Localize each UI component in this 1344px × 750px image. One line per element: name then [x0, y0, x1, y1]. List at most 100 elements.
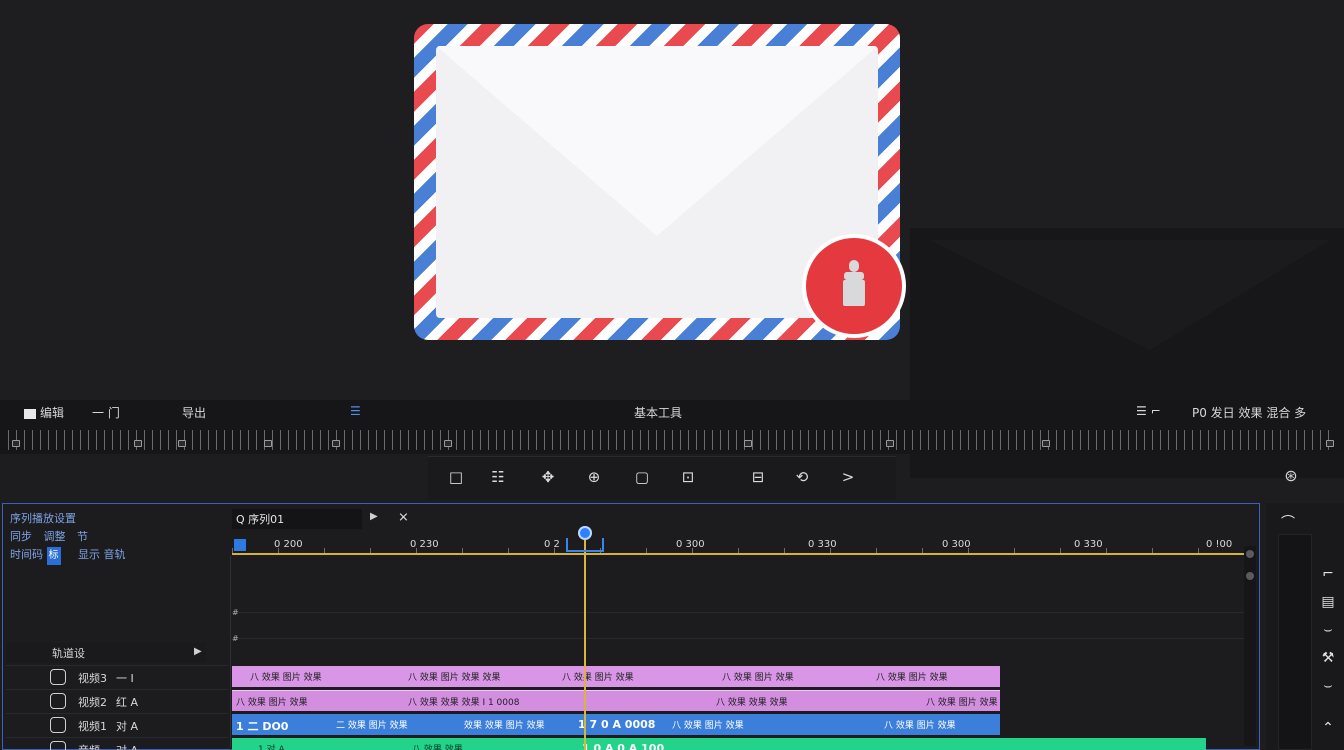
track-name: 音频: [78, 742, 100, 750]
marker-icon[interactable]: [886, 440, 894, 447]
menu-list-icon[interactable]: ☰: [350, 404, 361, 418]
step-forward-button[interactable]: >: [836, 466, 860, 488]
track-label-mini: #: [232, 608, 239, 617]
pen-tool-icon[interactable]: ⌃: [1318, 720, 1338, 736]
clip-label: 二 效果 图片 效果: [336, 721, 408, 731]
marker-icon[interactable]: [1042, 440, 1050, 447]
clip-label: 八 效果 图片 效果: [236, 698, 308, 708]
play-icon[interactable]: ▶: [370, 511, 378, 522]
track-tag: 对 A: [116, 742, 138, 750]
clip-label: 八 效果 图片 效果: [884, 721, 956, 731]
toggle-output-icon[interactable]: [50, 669, 66, 685]
clip-video-2[interactable]: 八 效果 图片 效果 八 效果 效果 效果 I 1 0008 八 效果 效果 效…: [232, 690, 1000, 711]
clip-label: 八 效果 效果: [412, 745, 463, 750]
mark-out-button[interactable]: ✥: [536, 466, 560, 488]
track-select-tool-icon[interactable]: ▤: [1318, 594, 1338, 610]
track-label-mini: #: [232, 634, 239, 643]
track-name: 视频2: [78, 696, 107, 709]
marker-icon[interactable]: [332, 440, 340, 447]
sequence-search-input[interactable]: Q 序列01: [232, 509, 362, 529]
alert-figure-icon: [843, 260, 865, 306]
settings-list-icon[interactable]: ☰ ⌐: [1136, 404, 1161, 418]
marker-icon[interactable]: [1326, 440, 1334, 447]
track-header-a1[interactable]: 音频 对 A: [6, 737, 228, 750]
toggle-output-icon[interactable]: [50, 741, 66, 750]
clip-label: 八 效果 图片 效果: [876, 673, 948, 683]
marker-button[interactable]: □: [444, 466, 468, 488]
monitor-tab-edit[interactable]: 编辑: [24, 404, 64, 421]
razor-tool-icon[interactable]: ⚒: [1318, 650, 1338, 666]
slip-tool-icon[interactable]: ⌣: [1318, 678, 1338, 694]
timecode-label: 0 300: [942, 539, 971, 550]
marker-icon[interactable]: [178, 440, 186, 447]
monitor-menu-a[interactable]: 一 门: [92, 404, 120, 421]
timecode-label: 0 200: [274, 539, 303, 550]
go-to-in-button[interactable]: ⊕: [582, 466, 606, 488]
monitor-menu-export[interactable]: 导出: [182, 404, 206, 421]
show-audio-toggle[interactable]: 显示 音轨: [78, 548, 126, 561]
in-point-marker[interactable]: [234, 539, 246, 551]
track-list-header: 轨道设: [6, 643, 206, 663]
playhead-handle[interactable]: [578, 526, 592, 540]
timecode-label: 0 330: [808, 539, 837, 550]
expand-arrow-icon[interactable]: ▶: [194, 646, 202, 657]
timecode-label: 0 230: [410, 539, 439, 550]
clip-label: 效果 效果 图片 效果: [464, 721, 545, 731]
clip-audio-1[interactable]: 1 对 A 八 效果 效果 1 0 A 0 A 100: [232, 738, 1206, 750]
label-chip[interactable]: 标: [46, 547, 61, 565]
marker-icon[interactable]: [744, 440, 752, 447]
audio-meter: [1278, 534, 1312, 750]
clip-label: 八 效果 图片 效果: [722, 673, 794, 683]
marker-icon[interactable]: [12, 440, 20, 447]
track-header-v1[interactable]: 视频1 对 A: [6, 713, 228, 736]
scroll-handle[interactable]: [1246, 572, 1254, 580]
extract-button[interactable]: ⊟: [746, 466, 770, 488]
stop-button[interactable]: ▢: [630, 466, 654, 488]
snap-icon[interactable]: ⨯: [398, 510, 409, 525]
mark-in-button[interactable]: ☷: [486, 466, 510, 488]
marker-icon[interactable]: [264, 440, 272, 447]
adjust-toggle[interactable]: 调整: [44, 530, 66, 543]
export-frame-icon[interactable]: ⊛: [1278, 466, 1304, 490]
timecode-label: 0 !00: [1206, 539, 1233, 550]
work-area-bar[interactable]: [232, 553, 1244, 555]
marker-icon[interactable]: [444, 440, 452, 447]
timecode-label: 0 2: [544, 539, 560, 550]
playhead-line[interactable]: [584, 540, 586, 750]
scroll-handle[interactable]: [1246, 550, 1254, 558]
selection-tool-icon[interactable]: ⌐: [1318, 566, 1338, 582]
sync-toggle[interactable]: 同步: [10, 530, 32, 543]
track-tag: 红 A: [116, 696, 139, 709]
clip-label: 八 效果 效果 效果 I 1 0008: [408, 698, 520, 708]
timecode-toggle[interactable]: 时间码: [10, 548, 43, 561]
clip-video-1[interactable]: 1 二 DO0 二 效果 图片 效果 效果 效果 图片 效果 1 7 0 A 0…: [232, 714, 1000, 735]
track-name: 视频1: [78, 720, 107, 733]
track-divider: [230, 612, 1244, 613]
envelope-flap: [436, 46, 878, 236]
timecode-label: 0 300: [676, 539, 705, 550]
toggle-output-icon[interactable]: [50, 693, 66, 709]
clip-label: 1 0 A 0 A 100: [582, 742, 665, 750]
clip-label: 八 效果 图片 效果: [562, 673, 634, 683]
clip-label: 八 效果 图片 效果: [926, 698, 998, 708]
meter-top-icon[interactable]: ⌒: [1278, 512, 1298, 532]
track-tag: 对 A: [116, 720, 139, 733]
lift-button[interactable]: ⊡: [676, 466, 700, 488]
track-header-v3[interactable]: 视频3 一 I: [6, 665, 228, 688]
toggle-output-icon[interactable]: [50, 717, 66, 733]
track-header-v2[interactable]: 视频2 红 A: [6, 689, 228, 712]
ripple-tool-icon[interactable]: ⌣: [1318, 622, 1338, 638]
marker-icon[interactable]: [134, 440, 142, 447]
section-toggle[interactable]: 节: [77, 530, 88, 543]
workspace-title: 基本工具: [634, 406, 683, 420]
timecode-label: 0 330: [1074, 539, 1103, 550]
loop-button[interactable]: ⟲: [790, 466, 814, 488]
monitor-mini-ruler[interactable]: [8, 430, 1336, 450]
sequence-settings-title: 序列播放设置: [10, 512, 76, 525]
playhead-bracket[interactable]: [566, 538, 604, 552]
clip-label: 1 对 A: [258, 745, 285, 750]
clip-label: 八 效果 图片 效果: [672, 721, 744, 731]
clip-video-3[interactable]: 八 效果 图片 效果 八 效果 图片 效果 效果 八 效果 图片 效果 八 效果…: [232, 666, 1000, 687]
clip-label: 八 效果 效果 效果: [716, 698, 788, 708]
clip-label: 八 效果 图片 效果 效果: [408, 673, 501, 683]
